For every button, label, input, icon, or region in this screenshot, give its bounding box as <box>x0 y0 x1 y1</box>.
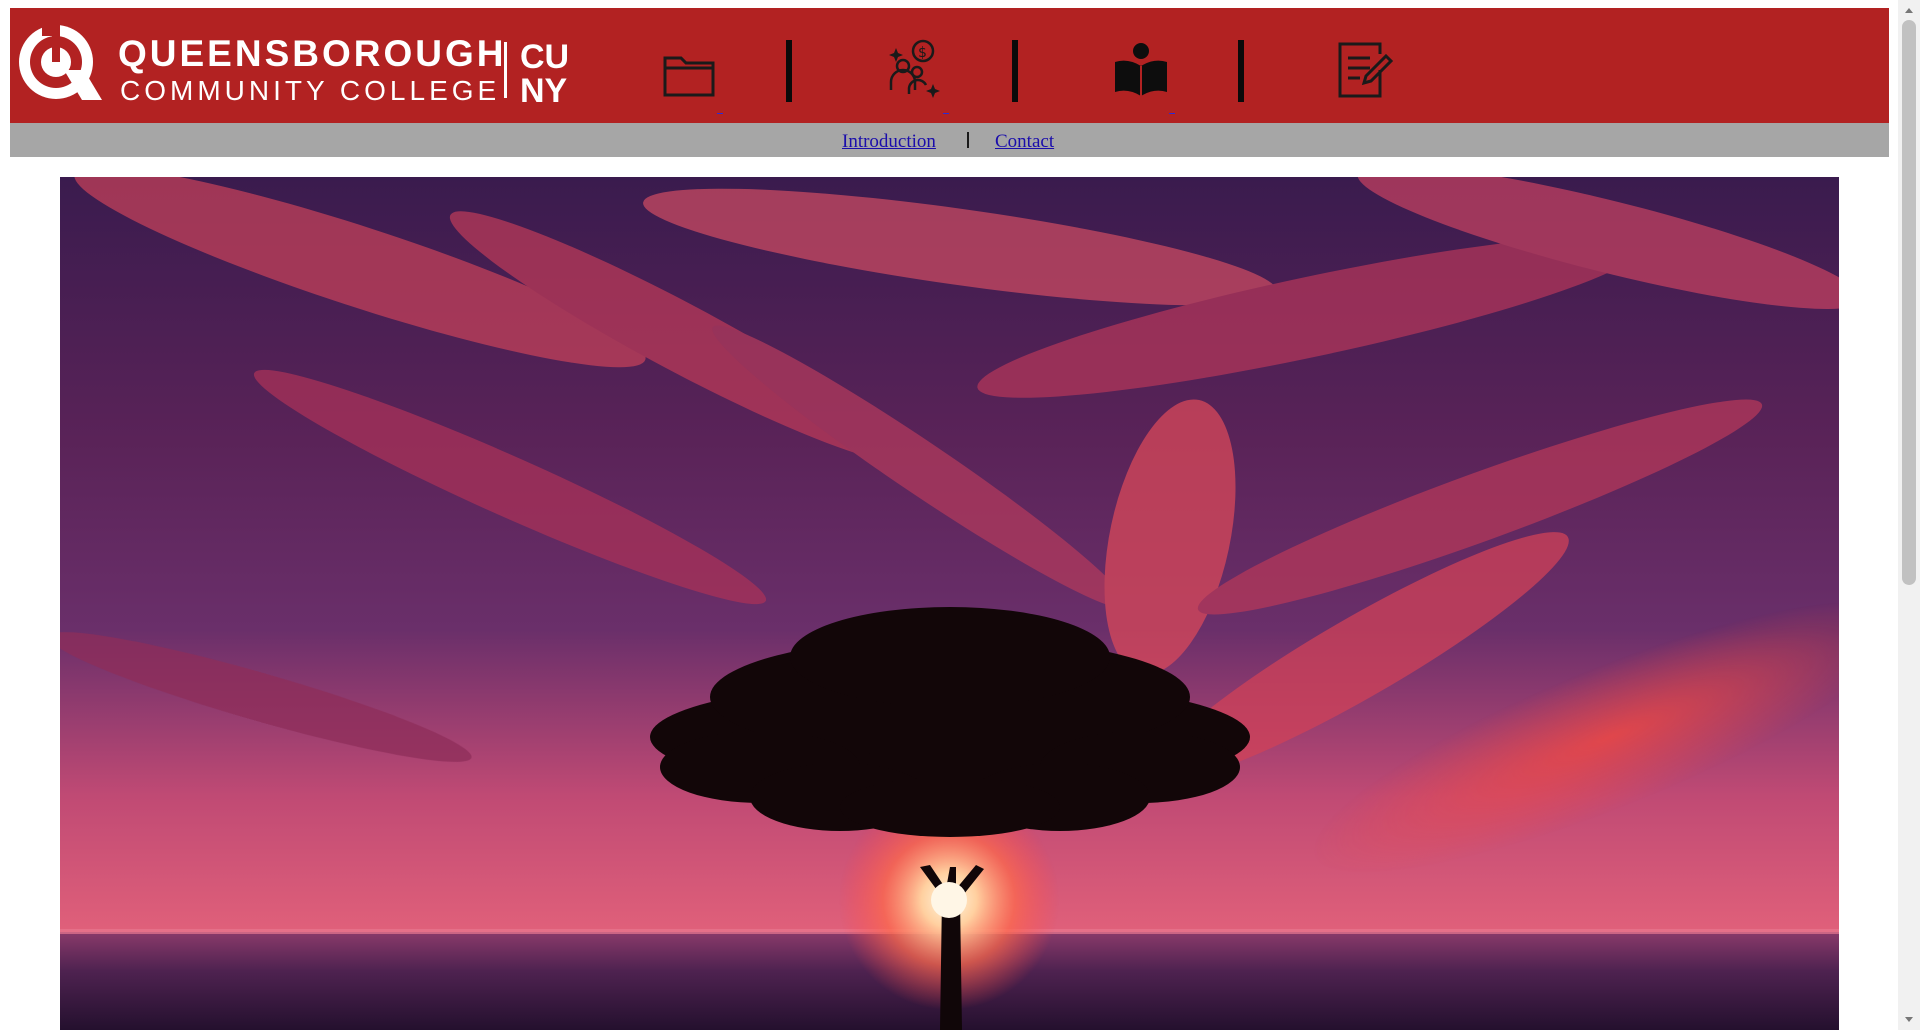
scroll-down-arrow-icon[interactable] <box>1905 1017 1913 1022</box>
subnav-separator <box>967 132 969 148</box>
people-money-icon: $ <box>889 39 940 98</box>
introduction-link[interactable]: Introduction <box>842 131 936 153</box>
scrollbar-thumb[interactable] <box>1902 20 1916 585</box>
site-header: QUEENSBOROUGH COMMUNITY COLLEGE CU NY $ <box>10 8 1889 123</box>
nav-separator <box>1012 40 1018 102</box>
folder-icon <box>663 56 715 97</box>
cuny-top: CU <box>520 38 569 76</box>
folder-nav-link[interactable] <box>655 38 735 114</box>
contact-link[interactable]: Contact <box>995 131 1054 153</box>
sub-navigation: Introduction Contact <box>10 123 1889 157</box>
queensborough-cuny-logo[interactable]: QUEENSBOROUGH COMMUNITY COLLEGE CU NY <box>12 22 582 106</box>
logo-line-1: QUEENSBOROUGH <box>118 33 506 74</box>
people-money-nav-link[interactable]: $ <box>881 38 961 114</box>
logo-line-2: COMMUNITY COLLEGE <box>120 75 500 106</box>
hero-image <box>60 177 1839 1030</box>
nav-separator <box>1238 40 1244 102</box>
reader-book-nav-link[interactable] <box>1107 38 1187 114</box>
edit-document-icon <box>1338 42 1394 98</box>
vertical-scrollbar[interactable] <box>1898 0 1920 1030</box>
nav-separator <box>786 40 792 102</box>
cuny-bottom: NY <box>520 72 568 106</box>
reader-book-icon <box>1115 43 1167 96</box>
svg-text:$: $ <box>918 45 927 61</box>
sunset-tree-image <box>60 177 1839 1030</box>
edit-document-nav-link[interactable] <box>1334 38 1414 114</box>
scroll-up-arrow-icon[interactable] <box>1905 8 1913 13</box>
q-mark-icon <box>19 22 102 100</box>
